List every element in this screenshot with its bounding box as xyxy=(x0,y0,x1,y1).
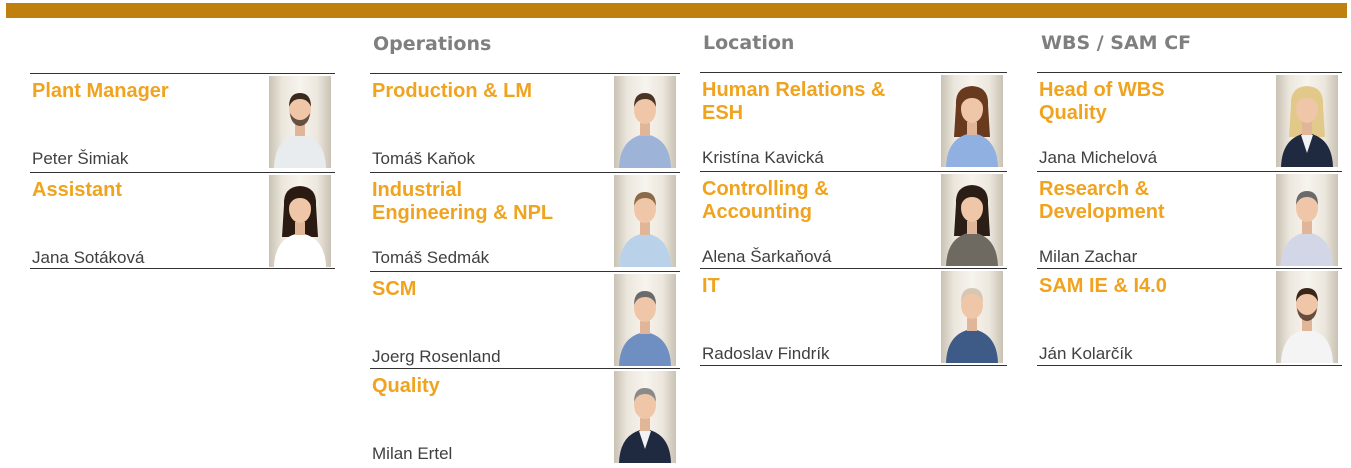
portrait-illustration xyxy=(274,186,326,267)
org-card: SAM IE & I4.0 Ján Kolarčík xyxy=(1037,268,1342,366)
person-name: Jana Sotáková xyxy=(32,248,145,267)
person-name: Kristína Kavická xyxy=(702,148,824,167)
org-card: Human Relations & ESH Kristína Kavická xyxy=(700,72,1007,170)
portrait-illustration xyxy=(946,185,998,266)
person-photo xyxy=(941,75,1003,167)
person-photo xyxy=(614,175,676,267)
person-name: Ján Kolarčík xyxy=(1039,344,1133,363)
person-name: Peter Šimiak xyxy=(32,149,129,168)
role-title: Assistant xyxy=(32,179,123,201)
person-photo xyxy=(614,274,676,366)
portrait-illustration xyxy=(619,192,671,267)
org-card: Research & Development Milan Zachar xyxy=(1037,171,1342,269)
divider xyxy=(1037,365,1342,366)
role-title: Plant Manager xyxy=(32,80,169,102)
person-name: Tomáš Kaňok xyxy=(372,149,475,168)
org-card: Head of WBS Quality Jana Michelová xyxy=(1037,72,1342,170)
role-title: Industrial Engineering & NPL xyxy=(372,179,554,224)
portrait-illustration xyxy=(619,93,671,168)
person-photo xyxy=(269,76,331,168)
org-card: Quality Milan Ertel xyxy=(370,368,680,466)
person-photo xyxy=(269,175,331,267)
portrait-illustration xyxy=(1281,288,1333,363)
person-name: Milan Zachar xyxy=(1039,247,1138,266)
org-card: Plant Manager Peter Šimiak xyxy=(30,73,335,171)
person-name: Milan Ertel xyxy=(372,444,453,463)
portrait-illustration xyxy=(946,86,998,167)
role-title: Human Relations & ESH xyxy=(702,79,886,124)
org-card: Production & LM Tomáš Kaňok xyxy=(370,73,680,171)
person-name: Radoslav Findrík xyxy=(702,344,830,363)
person-name: Alena Šarkaňová xyxy=(702,247,832,266)
role-title: Research & Development xyxy=(1039,178,1165,223)
divider xyxy=(30,268,335,269)
column-header-wbs-sam-cf: WBS / SAM CF xyxy=(1041,32,1192,54)
person-photo xyxy=(1276,271,1338,363)
org-card: IT Radoslav Findrík xyxy=(700,268,1007,366)
role-title: SAM IE & I4.0 xyxy=(1039,275,1167,297)
person-photo xyxy=(1276,75,1338,167)
person-photo xyxy=(614,371,676,463)
org-card: SCM Joerg Rosenland xyxy=(370,271,680,369)
portrait-illustration xyxy=(619,291,671,366)
column-header-location: Location xyxy=(703,32,795,54)
portrait-illustration xyxy=(946,288,998,363)
top-accent-bar xyxy=(6,3,1347,18)
org-card: Assistant Jana Sotáková xyxy=(30,172,335,270)
portrait-illustration xyxy=(1281,191,1333,266)
person-name: Joerg Rosenland xyxy=(372,347,501,366)
person-name: Jana Michelová xyxy=(1039,148,1158,167)
role-title: Quality xyxy=(372,375,440,397)
portrait-illustration xyxy=(619,388,671,463)
role-title: Head of WBS Quality xyxy=(1039,79,1165,124)
person-photo xyxy=(1276,174,1338,266)
role-title: Controlling & Accounting xyxy=(702,178,829,223)
role-title: SCM xyxy=(372,278,417,300)
person-photo xyxy=(941,174,1003,266)
role-title: IT xyxy=(702,275,720,297)
portrait-illustration xyxy=(1281,86,1333,167)
org-card: Controlling & Accounting Alena Šarkaňová xyxy=(700,171,1007,269)
person-photo xyxy=(614,76,676,168)
person-photo xyxy=(941,271,1003,363)
portrait-illustration xyxy=(274,93,326,168)
role-title: Production & LM xyxy=(372,80,532,102)
org-card: Industrial Engineering & NPL Tomáš Sedmá… xyxy=(370,172,680,270)
column-header-operations: Operations xyxy=(373,33,492,55)
divider xyxy=(700,365,1007,366)
person-name: Tomáš Sedmák xyxy=(372,248,490,267)
